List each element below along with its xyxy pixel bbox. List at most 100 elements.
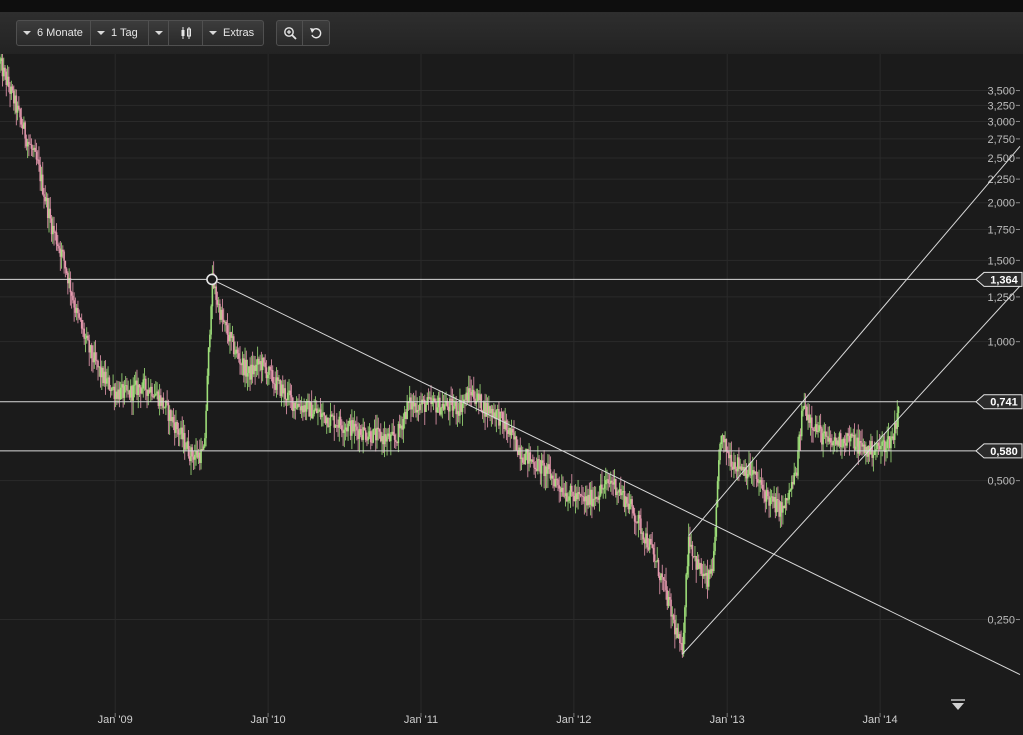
candle-body <box>607 479 610 484</box>
candle-body <box>205 410 207 439</box>
candle-body <box>756 479 759 483</box>
candle-body <box>323 412 326 416</box>
candle-body <box>266 374 269 379</box>
candle-body <box>62 249 64 252</box>
candle-body <box>38 159 40 165</box>
x-tick-label: Jan '10 <box>251 714 286 726</box>
candle-body <box>777 499 779 501</box>
candle-body <box>269 366 271 370</box>
candle-body <box>73 300 75 308</box>
extras-label: Extras <box>223 27 255 39</box>
candle-body <box>686 566 689 575</box>
candle-body <box>35 151 38 160</box>
candle-body <box>621 492 623 496</box>
candle-body <box>854 446 857 450</box>
candle-body <box>28 141 30 144</box>
candle-body <box>746 473 749 479</box>
candle-body <box>126 385 128 391</box>
chart-type-dropdown[interactable] <box>149 21 169 45</box>
period-dropdown[interactable]: 6 Monate <box>17 21 91 45</box>
candle-body <box>734 462 736 469</box>
chevron-down-icon <box>155 31 163 35</box>
candle-body <box>755 471 758 480</box>
candle-body <box>418 403 421 411</box>
candle-body <box>376 427 378 441</box>
candle-body <box>449 398 451 412</box>
candle-body <box>20 117 23 125</box>
candle-body <box>501 412 504 421</box>
candle-body <box>79 317 82 320</box>
candle-body <box>119 387 122 400</box>
candle-body <box>289 390 292 396</box>
candle-body <box>155 393 157 396</box>
candle-body <box>860 441 862 443</box>
candle-body <box>372 428 375 443</box>
candle-body <box>343 429 346 433</box>
candle-body <box>631 499 633 507</box>
candle-body <box>84 337 87 339</box>
candle-body <box>661 573 664 578</box>
candle-body <box>286 392 289 401</box>
candle-body <box>788 490 790 500</box>
candle-body <box>178 433 181 435</box>
candle-body <box>598 495 601 500</box>
candle-body <box>632 506 635 514</box>
candle-body <box>202 446 205 451</box>
candle-body <box>354 423 357 427</box>
candle-body <box>684 607 686 633</box>
candle-body <box>646 533 648 548</box>
candle-body <box>234 353 236 355</box>
candle-body <box>789 489 792 491</box>
candle-body <box>542 460 544 463</box>
candle-body <box>34 147 36 152</box>
candle-body <box>679 634 681 644</box>
candle-body <box>521 457 524 463</box>
candle-body <box>537 459 539 471</box>
candle-body <box>511 428 514 433</box>
candle-body <box>670 599 672 617</box>
candle-body <box>328 425 331 427</box>
candle-body <box>30 144 33 149</box>
candle-body <box>294 402 297 409</box>
candle-body <box>557 479 559 486</box>
candle-body <box>133 384 136 386</box>
candle-body <box>626 497 628 504</box>
candle-body <box>685 574 687 608</box>
candle-body <box>885 448 887 453</box>
candle-body <box>183 433 186 450</box>
candle-body <box>53 225 55 233</box>
candle-body <box>364 430 367 440</box>
candle-body <box>393 434 396 440</box>
chart-area[interactable]: Jan '09 Jan '10 Jan '11 Jan '12 Jan '13 Jan '… <box>0 46 1023 735</box>
candle-body <box>832 440 834 446</box>
trendline-anchor-handle <box>206 273 218 286</box>
candle-body <box>386 436 388 442</box>
candle-body <box>106 378 108 384</box>
candle-body <box>390 434 392 442</box>
scroll-down-icon[interactable] <box>950 698 966 710</box>
candle-body <box>406 401 408 419</box>
candle-body <box>578 492 581 495</box>
candle-body <box>18 105 20 110</box>
chevron-down-icon <box>97 31 105 35</box>
candle-body <box>41 174 44 195</box>
candle-body <box>290 395 293 398</box>
candle-body <box>341 425 343 431</box>
candle-body <box>469 388 471 392</box>
candle-body <box>873 450 876 456</box>
candle-body <box>716 481 719 508</box>
candle-body <box>377 427 380 430</box>
zoom-button[interactable] <box>277 21 303 45</box>
candle-body <box>886 439 889 449</box>
candle-body <box>63 251 65 261</box>
candle-body <box>83 328 85 339</box>
candle-body <box>592 498 594 507</box>
candle-body <box>172 417 175 423</box>
chart-type-button[interactable] <box>169 21 203 45</box>
candle-body <box>215 286 217 300</box>
interval-dropdown[interactable]: 1 Tag <box>91 21 149 45</box>
extras-dropdown[interactable]: Extras <box>203 21 263 45</box>
candle-body <box>596 496 598 498</box>
price-chart-svg[interactable]: Jan '09 Jan '10 Jan '11 Jan '12 Jan '13 Jan '… <box>0 46 1023 735</box>
undo-button[interactable] <box>303 21 329 45</box>
